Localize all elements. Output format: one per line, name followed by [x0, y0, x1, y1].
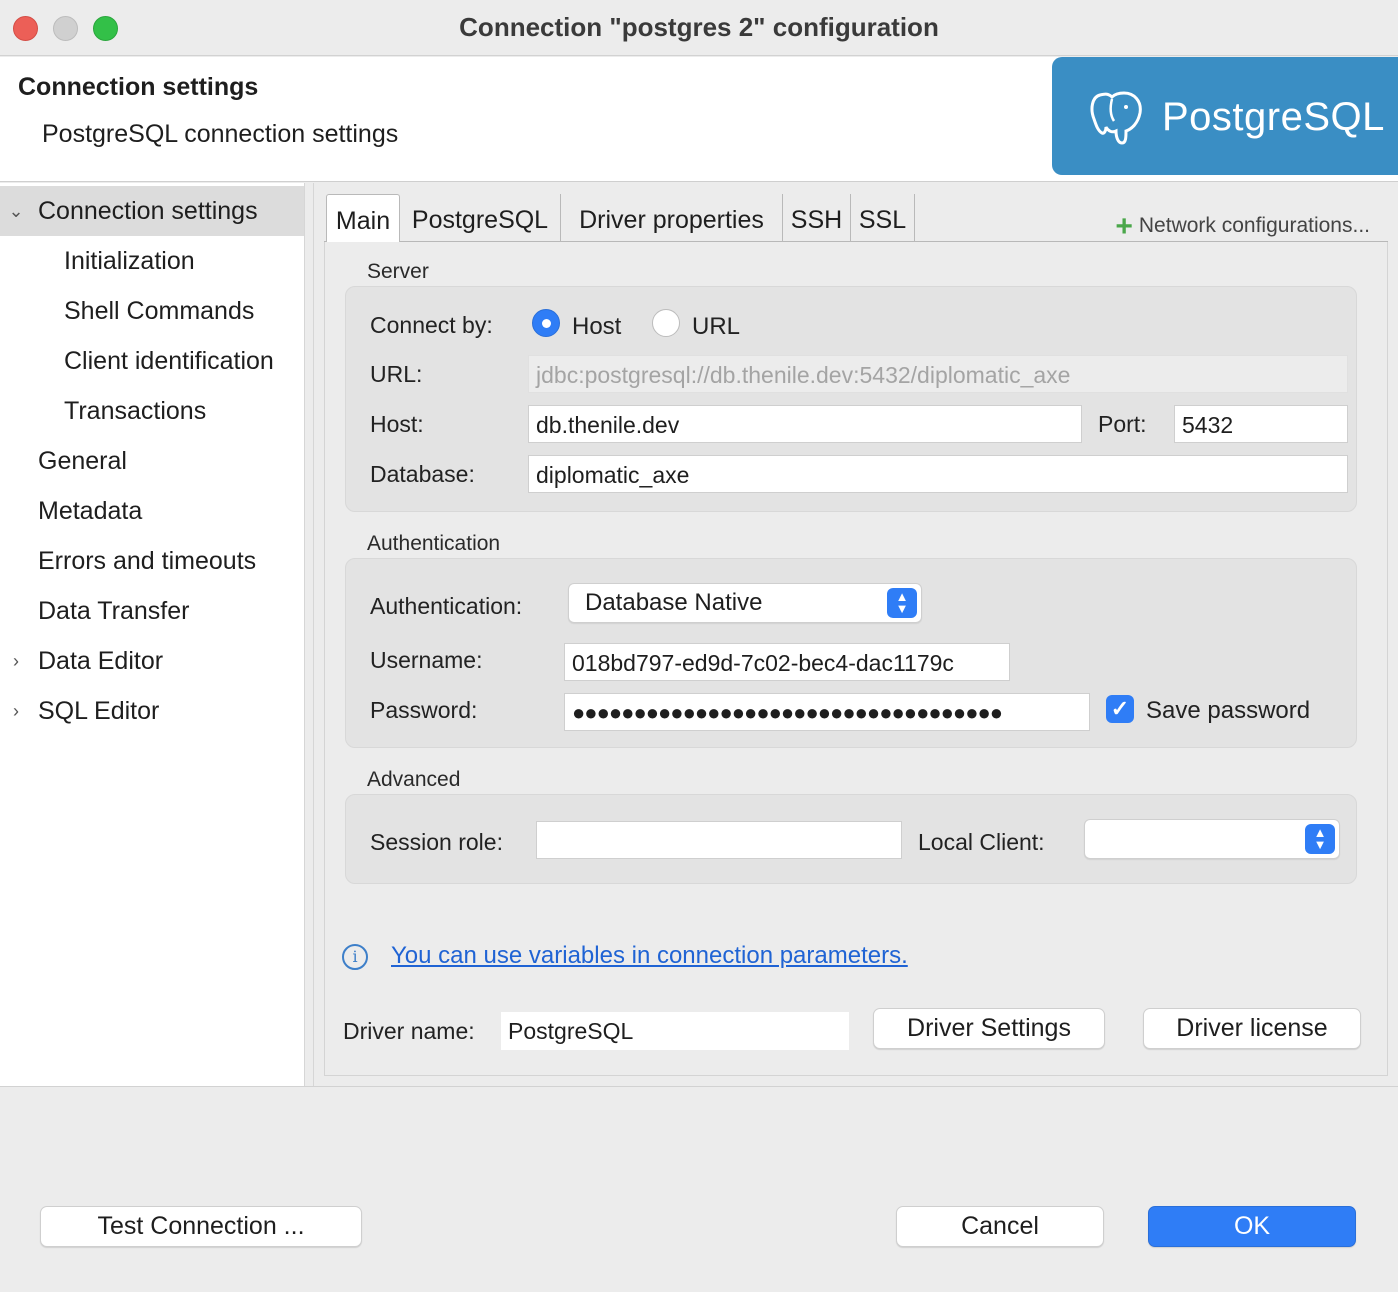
authentication-select-value: Database Native [585, 589, 763, 616]
dialog-footer: Test Connection ... Cancel OK [0, 1086, 1398, 1292]
username-field[interactable]: 018bd797-ed9d-7c02-bec4-dac1179c [564, 643, 1010, 681]
tab-postgresql[interactable]: PostgreSQL [400, 194, 561, 242]
sidebar-item-sql-editor[interactable]: › SQL Editor [0, 686, 304, 736]
settings-sidebar: ⌄ Connection settings Initialization She… [0, 183, 304, 1086]
url-radio[interactable] [652, 309, 680, 337]
ok-button[interactable]: OK [1148, 1206, 1356, 1247]
username-label: Username: [370, 647, 483, 673]
chevron-right-icon[interactable]: › [6, 686, 26, 736]
select-stepper-icon: ▲ ▼ [1305, 824, 1335, 854]
tab-ssl[interactable]: SSL [851, 194, 915, 242]
logo-text: PostgreSQL [1162, 95, 1385, 139]
local-client-select[interactable]: ▲ ▼ [1084, 819, 1340, 859]
sidebar-item-connection-settings[interactable]: ⌄ Connection settings [0, 186, 304, 236]
sidebar-item-transactions[interactable]: Transactions [0, 386, 304, 436]
test-connection-button[interactable]: Test Connection ... [40, 1206, 362, 1247]
sidebar-item-errors-and-timeouts[interactable]: Errors and timeouts [0, 536, 304, 586]
postgresql-logo: PostgreSQL [1052, 57, 1398, 175]
tab-bar: Main PostgreSQL Driver properties SSH SS… [324, 194, 1388, 243]
host-radio[interactable] [532, 309, 560, 337]
save-password-checkbox[interactable]: ✓ [1106, 695, 1134, 723]
network-configurations-label: Network configurations... [1138, 214, 1370, 237]
sidebar-item-metadata[interactable]: Metadata [0, 486, 304, 536]
page-title: Connection settings [18, 73, 259, 101]
connect-by-label: Connect by: [370, 312, 493, 338]
local-client-label: Local Client: [918, 829, 1045, 855]
title-bar: Connection "postgres 2" configuration [0, 0, 1398, 56]
sidebar-item-client-identification[interactable]: Client identification [0, 336, 304, 386]
tab-driver-properties[interactable]: Driver properties [561, 194, 783, 242]
driver-name-field: PostgreSQL [501, 1012, 849, 1050]
password-label: Password: [370, 697, 478, 723]
tab-ssh[interactable]: SSH [783, 194, 851, 242]
page-subtitle: PostgreSQL connection settings [42, 120, 399, 148]
info-icon: i [342, 944, 368, 970]
sidebar-item-data-transfer[interactable]: Data Transfer [0, 586, 304, 636]
authentication-group-label: Authentication [367, 532, 501, 555]
elephant-icon [1090, 91, 1142, 145]
url-label: URL: [370, 361, 423, 387]
sidebar-item-data-editor[interactable]: › Data Editor [0, 636, 304, 686]
network-configurations-button[interactable]: + Network configurations... [1115, 206, 1370, 243]
save-password-label: Save password [1146, 697, 1311, 724]
tab-main[interactable]: Main [326, 194, 400, 243]
url-field: jdbc:postgresql://db.thenile.dev:5432/di… [528, 355, 1348, 393]
connection-dialog: Connection "postgres 2" configuration Co… [0, 0, 1398, 1292]
window-title: Connection "postgres 2" configuration [459, 12, 939, 42]
chevron-down-icon[interactable]: ⌄ [6, 186, 26, 236]
cancel-button[interactable]: Cancel [896, 1206, 1104, 1247]
password-field[interactable]: ●●●●●●●●●●●●●●●●●●●●●●●●●●●●●●●●●●● [564, 693, 1090, 731]
database-label: Database: [370, 461, 475, 487]
main-tab-panel: Server Connect by: Host URL URL: jdbc:po… [324, 242, 1388, 1076]
driver-settings-button[interactable]: Driver Settings [873, 1008, 1105, 1049]
host-radio-label: Host [572, 313, 622, 340]
sidebar-item-shell-commands[interactable]: Shell Commands [0, 286, 304, 336]
authentication-select[interactable]: Database Native ▲ ▼ [568, 583, 922, 623]
page-header: Connection settings PostgreSQL connectio… [0, 57, 1398, 182]
sidebar-splitter[interactable] [304, 183, 314, 1086]
sidebar-item-general[interactable]: General [0, 436, 304, 486]
server-group-label: Server [367, 260, 429, 283]
server-group: Connect by: Host URL URL: jdbc:postgresq… [345, 286, 1357, 512]
host-field[interactable]: db.thenile.dev [528, 405, 1082, 443]
host-label: Host: [370, 411, 424, 437]
port-label: Port: [1098, 411, 1147, 437]
driver-name-label: Driver name: [343, 1018, 475, 1044]
driver-license-button[interactable]: Driver license [1143, 1008, 1361, 1049]
authentication-label: Authentication: [370, 593, 523, 619]
session-role-field[interactable] [536, 821, 902, 859]
variables-help-link[interactable]: You can use variables in connection para… [391, 942, 908, 970]
authentication-group: Authentication: Database Native ▲ ▼ Usern… [345, 558, 1357, 748]
url-radio-label: URL [692, 313, 741, 340]
session-role-label: Session role: [370, 829, 503, 855]
plus-icon: + [1115, 210, 1133, 243]
advanced-group: Session role: Local Client: ▲ ▼ [345, 794, 1357, 884]
sidebar-item-initialization[interactable]: Initialization [0, 236, 304, 286]
port-field[interactable]: 5432 [1174, 405, 1348, 443]
advanced-group-label: Advanced [367, 768, 461, 791]
select-stepper-icon: ▲ ▼ [887, 588, 917, 618]
chevron-right-icon[interactable]: › [6, 636, 26, 686]
database-field[interactable]: diplomatic_axe [528, 455, 1348, 493]
